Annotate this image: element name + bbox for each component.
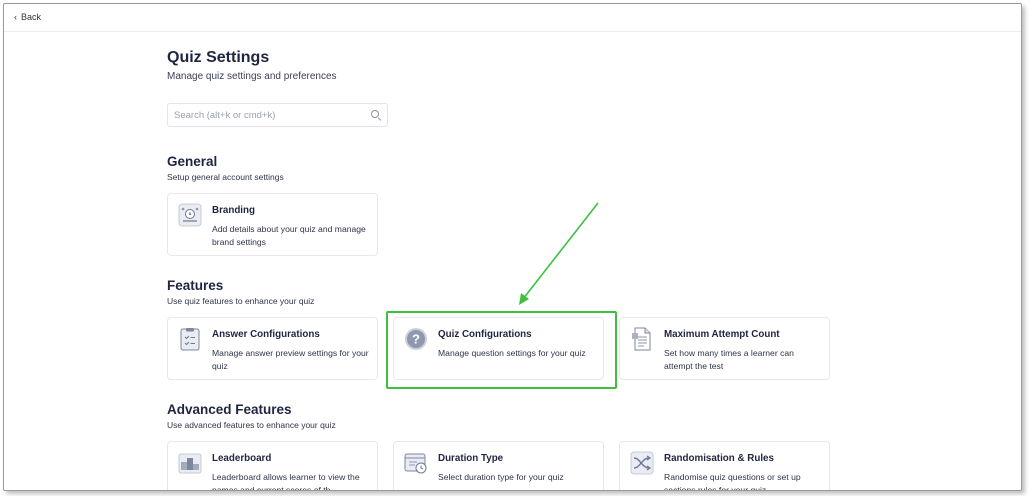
card-title: Answer Configurations (212, 329, 320, 340)
section-title-advanced: Advanced Features (167, 402, 292, 417)
search-box[interactable] (167, 103, 388, 127)
question-circle-icon: ? (404, 327, 428, 351)
card-description: Select duration type for your quiz (438, 472, 564, 482)
app-window: ‹ Back Quiz Settings Manage quiz setting… (3, 3, 1022, 491)
section-subtitle-advanced: Use advanced features to enhance your qu… (167, 420, 336, 430)
card-description: Set how many times a learner can attempt… (664, 348, 794, 371)
card-description: Randomise quiz questions or set up secti… (664, 472, 801, 491)
back-label: Back (21, 12, 42, 22)
card-description: Add details about your quiz and manage b… (212, 224, 366, 247)
card-title: Maximum Attempt Count (664, 329, 780, 340)
page-title: Quiz Settings (167, 49, 270, 66)
search-icon[interactable] (371, 110, 381, 120)
card-title: Duration Type (438, 453, 504, 464)
timer-window-icon (404, 451, 428, 475)
card-branding[interactable]: Branding Add details about your quiz and… (167, 193, 378, 256)
annotation-arrow-icon (519, 202, 599, 305)
section-title-general: General (167, 154, 218, 169)
card-description: Manage question settings for your quiz (438, 348, 586, 358)
chevron-left-icon: ‹ (14, 11, 17, 22)
branding-icon (178, 203, 202, 227)
back-button[interactable]: ‹ Back (14, 12, 41, 22)
card-answer-configurations[interactable]: Answer Configurations Manage answer prev… (167, 317, 378, 380)
podium-icon (178, 451, 202, 475)
card-quiz-configurations[interactable]: ? Quiz Configurations Manage question se… (393, 317, 604, 380)
clipboard-checklist-icon (178, 327, 202, 351)
svg-text:?: ? (412, 332, 420, 347)
card-title: Leaderboard (212, 453, 272, 464)
card-title: Branding (212, 205, 255, 216)
card-title: Quiz Configurations (438, 329, 532, 340)
search-input[interactable] (174, 109, 371, 121)
document-icon (630, 327, 654, 351)
shuffle-icon (630, 451, 654, 475)
section-subtitle-features: Use quiz features to enhance your quiz (167, 296, 315, 306)
card-randomisation-rules[interactable]: Randomisation & Rules Randomise quiz que… (619, 441, 830, 491)
card-duration-type[interactable]: Duration Type Select duration type for y… (393, 441, 604, 490)
card-description: Manage answer preview settings for your … (212, 348, 369, 371)
section-subtitle-general: Setup general account settings (167, 172, 284, 182)
top-bar: ‹ Back (4, 4, 1021, 32)
card-description: Leaderboard allows learner to view the n… (212, 472, 360, 491)
card-leaderboard[interactable]: Leaderboard Leaderboard allows learner t… (167, 441, 378, 491)
page-subtitle: Manage quiz settings and preferences (167, 71, 337, 82)
card-maximum-attempt-count[interactable]: Maximum Attempt Count Set how many times… (619, 317, 830, 380)
card-title: Randomisation & Rules (664, 453, 774, 464)
section-title-features: Features (167, 278, 224, 293)
